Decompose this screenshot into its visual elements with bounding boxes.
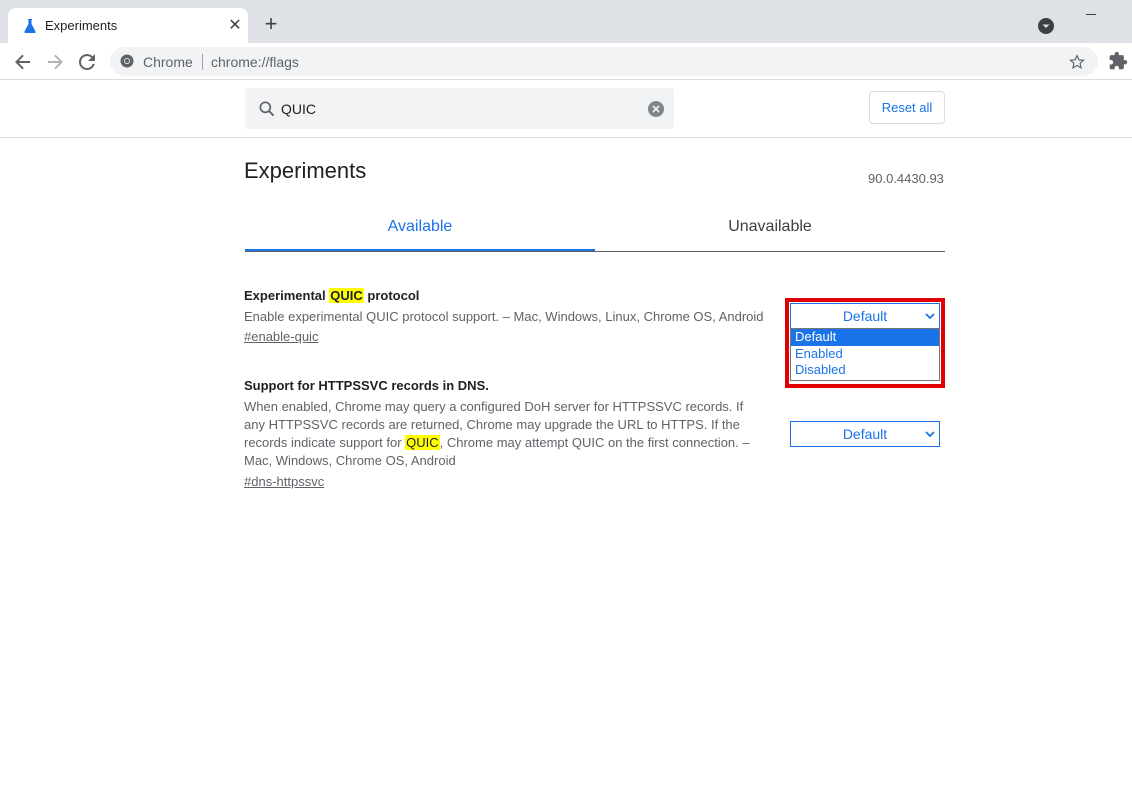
clear-search-icon[interactable] (648, 101, 664, 117)
select-dropdown-list: Default Enabled Disabled (790, 328, 940, 381)
flag-select-enable-quic[interactable]: Default (790, 303, 940, 329)
search-match-highlight: QUIC (329, 288, 364, 303)
bookmark-star-icon[interactable] (1068, 53, 1086, 71)
search-input[interactable] (281, 99, 621, 119)
select-value: Default (842, 308, 888, 324)
flag-title-enable-quic: Experimental QUIC protocol (244, 288, 419, 303)
flag-link-dns-httpssvc[interactable]: #dns-httpssvc (244, 474, 324, 489)
tab-available[interactable]: Available (245, 204, 595, 251)
flag-title-dns-httpssvc: Support for HTTPSSVC records in DNS. (244, 378, 489, 393)
extensions-puzzle-icon[interactable] (1108, 51, 1128, 71)
back-icon[interactable] (11, 50, 35, 74)
tab-strip: Experiments ✕ + (0, 0, 1132, 43)
browser-tab[interactable]: Experiments ✕ (8, 8, 248, 43)
close-tab-icon[interactable]: ✕ (226, 17, 244, 35)
flags-tabs: Available Unavailable (245, 204, 945, 252)
select-value: Default (842, 426, 888, 442)
omnibox-divider (202, 54, 203, 70)
search-box[interactable] (245, 88, 674, 129)
dropdown-option-default[interactable]: Default (791, 329, 939, 346)
page-title: Experiments (244, 158, 367, 183)
version-label: 90.0.4430.93 (868, 171, 944, 186)
search-icon (259, 101, 275, 117)
minimize-icon[interactable] (1086, 14, 1096, 15)
reset-all-button[interactable]: Reset all (869, 91, 945, 124)
forward-icon[interactable] (43, 50, 67, 74)
tab-search-icon[interactable] (1037, 17, 1055, 35)
new-tab-button[interactable]: + (261, 13, 281, 35)
flag-link-enable-quic[interactable]: #enable-quic (244, 329, 318, 344)
flag-description: When enabled, Chrome may query a configu… (244, 398, 764, 470)
flag-description: Enable experimental QUIC protocol suppor… (244, 309, 764, 324)
toolbar: Chrome chrome://flags (0, 43, 1132, 80)
tab-unavailable[interactable]: Unavailable (595, 204, 945, 251)
reload-icon[interactable] (75, 50, 99, 74)
tab-title: Experiments (45, 18, 118, 33)
dropdown-option-enabled[interactable]: Enabled (791, 346, 939, 363)
flag-select-dns-httpssvc[interactable]: Default (790, 421, 940, 447)
chevron-down-icon (925, 313, 935, 320)
dropdown-option-disabled[interactable]: Disabled (791, 362, 939, 379)
flags-header: Reset all (0, 80, 1132, 138)
chevron-down-icon (925, 431, 935, 438)
flag-title-text: Experimental (244, 288, 330, 303)
search-match-highlight: QUIC (405, 435, 440, 450)
omnibox-scheme-label: Chrome (143, 54, 193, 70)
omnibox-url[interactable]: chrome://flags (211, 54, 299, 70)
chrome-logo-icon (120, 54, 134, 68)
address-bar[interactable]: Chrome chrome://flags (110, 47, 1098, 76)
flask-icon (24, 19, 36, 33)
flag-title-text: protocol (363, 288, 420, 303)
